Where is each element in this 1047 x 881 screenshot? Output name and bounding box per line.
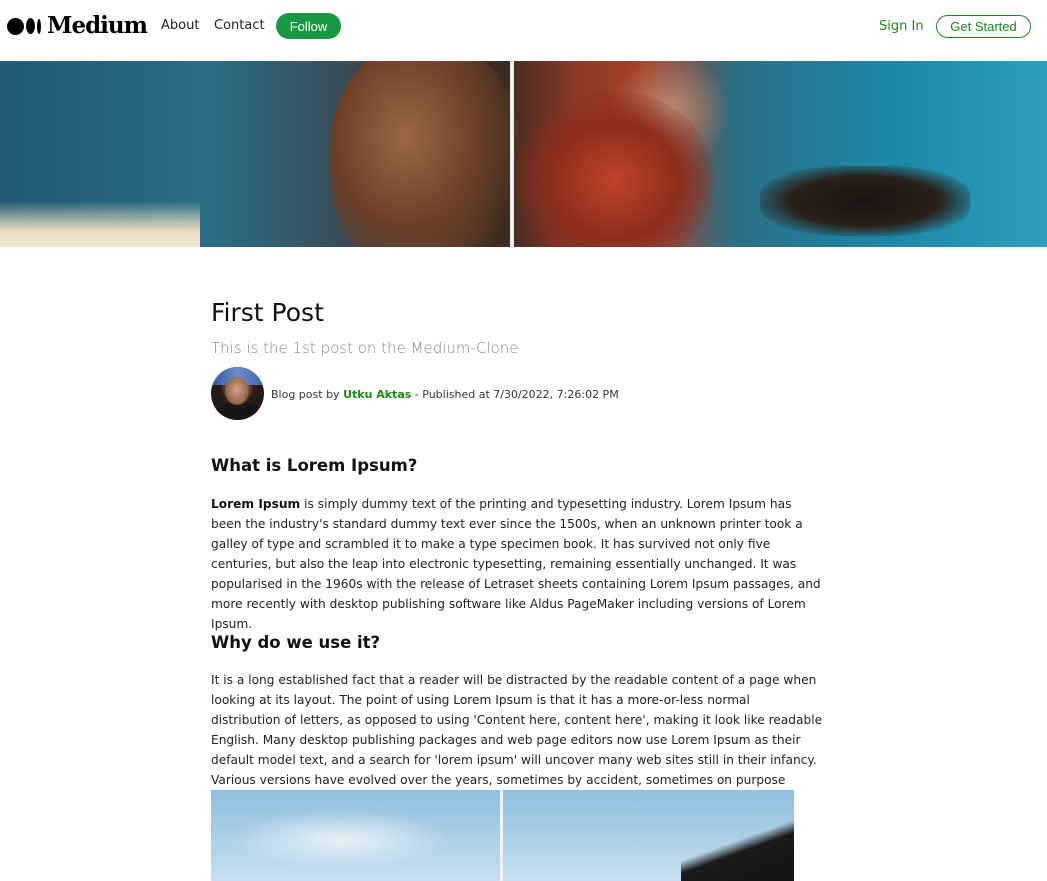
follow-button[interactable]: Follow <box>276 13 341 39</box>
hero-image-divider <box>510 61 514 247</box>
paragraph-text: is simply dummy text of the printing and… <box>211 497 821 631</box>
hero-city-detail <box>0 201 200 247</box>
section-heading: Why do we use it? <box>211 633 381 652</box>
article-inline-image <box>211 790 794 881</box>
section-paragraph: It is a long established fact that a rea… <box>211 673 823 807</box>
byline-prefix: Blog post by <box>271 388 344 401</box>
author-name-link[interactable]: Utku Aktas <box>343 388 411 401</box>
hero-cover-image <box>0 61 1047 247</box>
paragraph-bold-lead: Lorem Ipsum <box>211 497 301 511</box>
post-subtitle: This is the 1st post on the Medium-Clone <box>211 339 519 357</box>
author-avatar[interactable] <box>211 367 264 420</box>
nav-contact-link[interactable]: Contact <box>214 18 265 34</box>
nav-about-link[interactable]: About <box>161 18 199 34</box>
medium-logo[interactable]: Medium <box>7 12 148 39</box>
image-divider <box>500 790 503 881</box>
image-cloud-detail <box>231 810 451 870</box>
image-tree-detail <box>681 815 794 881</box>
post-byline: Blog post by Utku Aktas - Published at 7… <box>271 388 619 402</box>
logo-text: Medium <box>47 12 148 39</box>
section-heading: What is Lorem Ipsum? <box>211 456 418 475</box>
hero-hair-detail <box>330 61 520 247</box>
top-navbar: Medium About Contact Follow Sign In Get … <box>0 0 1047 61</box>
hero-sunglasses-detail <box>760 166 970 236</box>
medium-logo-icon <box>7 17 41 35</box>
post-title: First Post <box>211 298 324 327</box>
sign-in-link[interactable]: Sign In <box>879 19 924 35</box>
byline-published-date: - Published at 7/30/2022, 7:26:02 PM <box>411 388 619 401</box>
get-started-button[interactable]: Get Started <box>936 15 1031 38</box>
section-paragraph: Lorem Ipsum is simply dummy text of the … <box>211 494 823 634</box>
